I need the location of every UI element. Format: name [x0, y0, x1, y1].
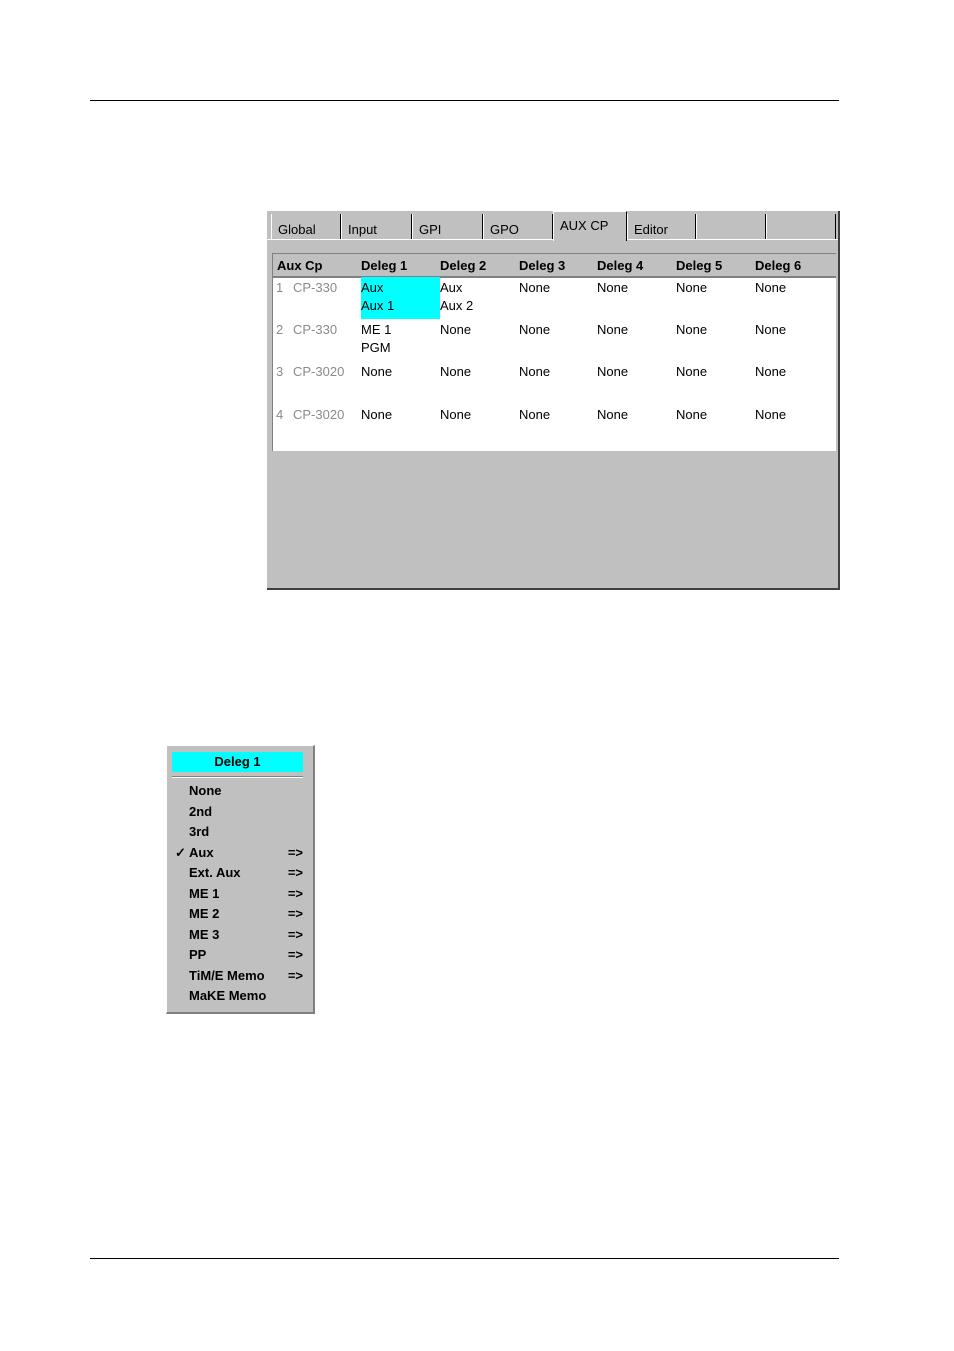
- deleg-cell[interactable]: None: [597, 406, 628, 424]
- menu-item-none[interactable]: None: [173, 781, 303, 801]
- column-header[interactable]: Deleg 2: [440, 258, 486, 273]
- tab-aux-cp[interactable]: AUX CP: [553, 211, 627, 241]
- column-header[interactable]: Deleg 5: [676, 258, 722, 273]
- menu-item-me-1[interactable]: ME 1 =>: [173, 884, 303, 904]
- table-header: Aux Cp Deleg 1 Deleg 2 Deleg 3 Deleg 4 Deleg …: [273, 254, 836, 278]
- aux-cp-name: CP-330: [293, 280, 338, 295]
- menu-item-label: 3rd: [189, 824, 210, 839]
- menu-item-label: ME 1: [189, 885, 220, 901]
- column-header[interactable]: Deleg 4: [597, 258, 643, 273]
- deleg-cell[interactable]: None: [597, 363, 628, 381]
- top-rule: [90, 100, 839, 101]
- aux-cp-name: CP-330: [293, 322, 338, 337]
- column-header[interactable]: Deleg 6: [755, 258, 801, 273]
- aux-cp-table: Aux Cp Deleg 1 Deleg 2 Deleg 3 Deleg 4 Deleg …: [272, 253, 836, 451]
- deleg-cell[interactable]: None: [597, 279, 628, 297]
- tab-blank-7[interactable]: [766, 214, 836, 239]
- deleg-cell[interactable]: None: [440, 363, 471, 381]
- row-number: 3: [276, 364, 284, 379]
- row-number: 1: [276, 280, 284, 295]
- menu-item-label: PP: [189, 947, 207, 962]
- menu-item-label: MaKE Memo: [189, 988, 267, 1003]
- submenu-arrow-icon: =>: [287, 885, 303, 901]
- submenu-arrow-icon: =>: [287, 947, 303, 962]
- deleg-cell[interactable]: None: [755, 321, 786, 339]
- menu-item-pp[interactable]: PP =>: [173, 945, 303, 965]
- deleg-cell[interactable]: None: [676, 321, 707, 339]
- deleg-cell[interactable]: None: [519, 406, 550, 424]
- column-header[interactable]: Aux Cp: [277, 258, 323, 273]
- row-number: 2: [276, 322, 284, 337]
- submenu-arrow-icon: =>: [287, 906, 303, 921]
- menu-item-make-memo[interactable]: MaKE Memo: [173, 986, 303, 1006]
- menu-item-ext-aux[interactable]: Ext. Aux =>: [173, 863, 303, 883]
- aux-cp-name: CP-3020: [293, 364, 345, 379]
- bottom-rule: [90, 1258, 839, 1259]
- column-header[interactable]: Deleg 1: [361, 258, 407, 273]
- row-number: 4: [276, 407, 284, 422]
- menu-item-aux[interactable]: ✓ Aux =>: [173, 843, 303, 863]
- tab-editor[interactable]: Editor: [627, 214, 696, 239]
- menu-item-tim-e-memo[interactable]: TiM/E Memo =>: [173, 966, 303, 986]
- deleg-cell[interactable]: None: [519, 279, 550, 297]
- submenu-arrow-icon: =>: [287, 844, 303, 860]
- deleg-cell[interactable]: None: [676, 406, 707, 424]
- deleg-cell[interactable]: None: [519, 321, 550, 339]
- deleg-cell[interactable]: None: [519, 363, 550, 381]
- submenu-arrow-icon: =>: [287, 865, 303, 880]
- menu-title: Deleg 1: [172, 752, 303, 772]
- deleg-cell[interactable]: None: [597, 321, 628, 339]
- deleg-cell[interactable]: None: [361, 363, 392, 381]
- tab-gpi[interactable]: GPI: [412, 214, 483, 239]
- menu-separator: [172, 776, 303, 778]
- deleg-cell[interactable]: None: [440, 406, 471, 424]
- tab-gpo[interactable]: GPO: [483, 214, 553, 239]
- deleg-cell[interactable]: ME 1 PGM: [361, 321, 391, 357]
- tab-input[interactable]: Input: [341, 214, 412, 239]
- menu-item-me-3[interactable]: ME 3 =>: [173, 925, 303, 945]
- submenu-arrow-icon: =>: [287, 967, 303, 983]
- menu-item-label: TiM/E Memo: [189, 967, 265, 983]
- tab-global[interactable]: Global: [271, 214, 341, 239]
- deleg-cell[interactable]: None: [755, 363, 786, 381]
- deleg-cell[interactable]: None: [676, 279, 707, 297]
- menu-item-label: ME 2: [189, 906, 220, 921]
- column-header[interactable]: Deleg 3: [519, 258, 565, 273]
- deleg-cell[interactable]: None: [755, 279, 786, 297]
- menu-item-label: Aux: [189, 844, 214, 860]
- menu-item-label: Ext. Aux: [189, 865, 241, 880]
- deleg-cell[interactable]: None: [361, 406, 392, 424]
- deleg-cell[interactable]: Aux Aux 1: [361, 277, 440, 319]
- deleg-cell[interactable]: None: [755, 406, 786, 424]
- menu-item-me-2[interactable]: ME 2 =>: [173, 904, 303, 924]
- deleg-1-popup-menu: Deleg 1 None 2nd 3rd ✓ Aux => Ext. Aux => ME 1 =>…: [166, 745, 315, 1014]
- deleg-cell[interactable]: Aux Aux 2: [440, 279, 473, 315]
- submenu-arrow-icon: =>: [287, 926, 303, 942]
- menu-item-2nd[interactable]: 2nd: [173, 802, 303, 822]
- menu-item-3rd[interactable]: 3rd: [173, 822, 303, 842]
- deleg-cell[interactable]: None: [676, 363, 707, 381]
- deleg-cell[interactable]: None: [440, 321, 471, 339]
- aux-cp-name: CP-3020: [293, 407, 345, 422]
- menu-item-label: ME 3: [189, 926, 220, 942]
- menu-item-label: 2nd: [189, 803, 213, 819]
- check-icon: ✓: [175, 844, 186, 860]
- tab-blank-6[interactable]: [696, 214, 766, 239]
- aux-cp-panel: Global Input GPI GPO AUX CP Editor Aux Cp Dele…: [267, 211, 840, 590]
- menu-item-label: None: [189, 783, 222, 798]
